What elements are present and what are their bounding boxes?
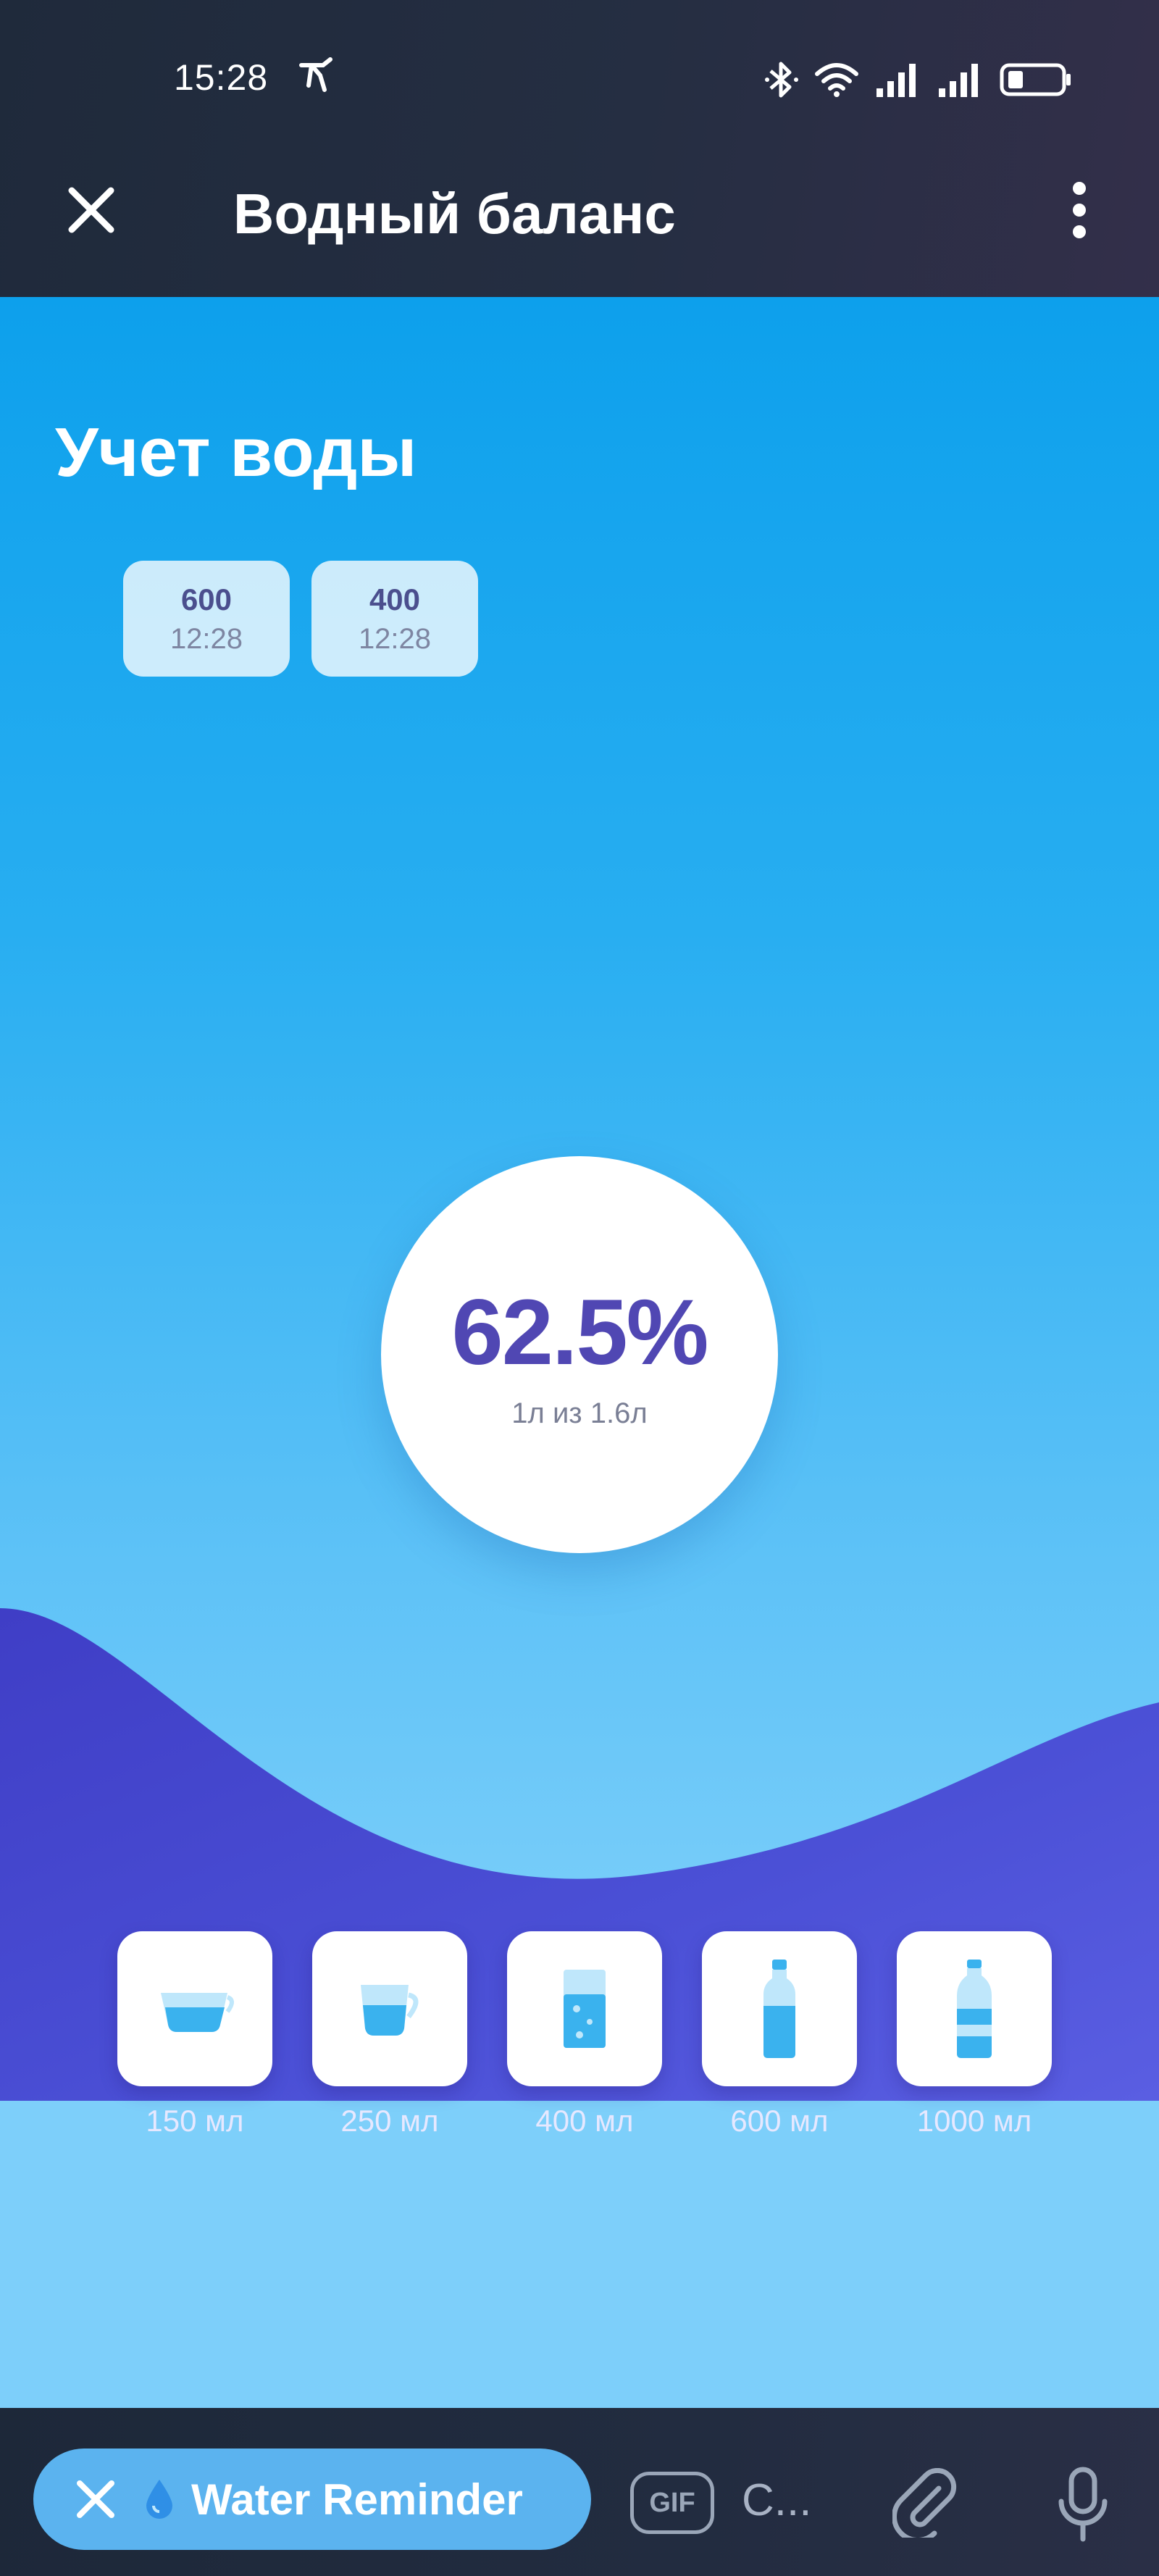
battery-icon (1000, 62, 1072, 98)
drink-label: 400 мл (535, 2104, 634, 2138)
bottle-icon (763, 1960, 795, 2058)
drink-option-250[interactable]: 250 мл (312, 1931, 467, 2138)
section-title: Учет воды (55, 414, 417, 491)
drink-tile (117, 1931, 272, 2086)
wifi-icon (814, 61, 859, 99)
drink-options: 150 мл 250 мл 400 мл 600 мл 1000 мл (117, 1931, 1052, 2138)
attach-button[interactable] (885, 2463, 965, 2543)
drink-tile (312, 1931, 467, 2086)
drink-option-400[interactable]: 400 мл (507, 1931, 662, 2138)
intake-log-entry[interactable]: 600 12:28 (123, 561, 290, 677)
signal-icon (875, 61, 921, 99)
large-bottle-icon (957, 1960, 992, 2058)
more-vertical-icon (1073, 182, 1086, 238)
drink-option-600[interactable]: 600 мл (702, 1931, 857, 2138)
close-button[interactable] (55, 174, 127, 246)
app-bar: Водный баланс (0, 145, 1159, 297)
microphone-icon (1058, 2467, 1108, 2542)
glass-icon (564, 1970, 606, 2048)
status-icons (765, 58, 1072, 101)
drink-label: 1000 мл (916, 2104, 1032, 2138)
progress-detail: 1л из 1.6л (511, 1397, 648, 1429)
drink-tile (897, 1931, 1052, 2086)
log-amount: 400 (369, 582, 421, 616)
paperclip-icon (892, 2468, 957, 2538)
drink-label: 250 мл (340, 2104, 439, 2138)
water-tracker-screen: Учет воды 600 12:28 400 12:28 62.5% 1л и… (0, 297, 1159, 2408)
progress-circle: 62.5% 1л из 1.6л (381, 1156, 778, 1553)
signal-icon (937, 61, 984, 99)
microphone-button[interactable] (1043, 2462, 1123, 2548)
bluetooth-icon (765, 59, 798, 100)
top-bar: 15:28 Водный баланс (0, 0, 1159, 297)
log-time: 12:28 (170, 622, 243, 655)
log-amount: 600 (180, 582, 233, 616)
intake-log-entry[interactable]: 400 12:28 (311, 561, 478, 677)
drink-label: 150 мл (146, 2104, 244, 2138)
close-icon (68, 187, 114, 233)
close-icon[interactable] (74, 2477, 117, 2521)
drink-tile (507, 1931, 662, 2086)
drink-tile (702, 1931, 857, 2086)
app-title: Водный баланс (233, 182, 676, 246)
more-options-button[interactable] (1043, 174, 1116, 246)
water-drop-icon (143, 2477, 175, 2521)
running-figure-icon (296, 57, 339, 100)
gif-button[interactable]: GIF (630, 2472, 714, 2534)
drink-option-150[interactable]: 150 мл (117, 1931, 272, 2138)
drink-option-1000[interactable]: 1000 мл (897, 1931, 1052, 2138)
bowl-icon (161, 1993, 234, 2032)
cup-icon (361, 1985, 419, 2036)
status-bar: 15:28 (0, 0, 1159, 145)
message-input[interactable]: С... (742, 2464, 865, 2537)
drink-label: 600 мл (730, 2104, 829, 2138)
progress-percent: 62.5% (451, 1281, 709, 1384)
log-time: 12:28 (358, 622, 432, 655)
bot-name: Water Reminder (191, 2475, 523, 2524)
bottom-bar: Water Reminder GIF С... (0, 2408, 1159, 2576)
intake-log-list: 600 12:28 400 12:28 (123, 561, 478, 677)
bot-app-chip[interactable]: Water Reminder (33, 2449, 591, 2550)
status-time: 15:28 (174, 57, 269, 98)
